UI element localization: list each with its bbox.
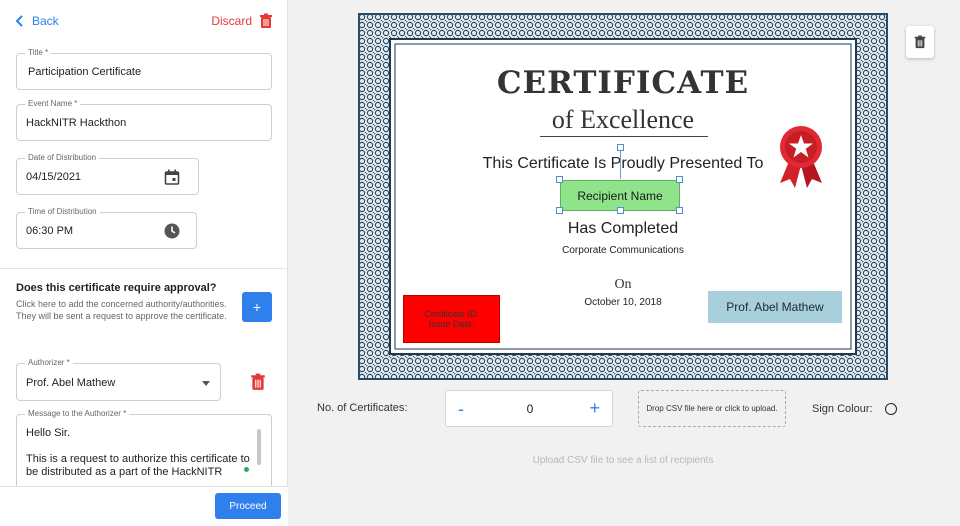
resize-handle-tl[interactable] xyxy=(556,176,563,183)
section-divider xyxy=(0,268,288,269)
resize-handle-bl[interactable] xyxy=(556,207,563,214)
resize-handle-br[interactable] xyxy=(676,207,683,214)
message-text: Hello Sir. This is a request to authoriz… xyxy=(26,427,250,478)
back-label: Back xyxy=(32,14,59,28)
chevron-left-icon xyxy=(15,15,23,27)
trash-icon xyxy=(914,35,926,49)
certificate-id-field[interactable]: Certificate ID: Issue Date: xyxy=(403,295,500,343)
sign-colour-picker[interactable] xyxy=(885,403,897,415)
event-name-label: Event Name * xyxy=(25,99,81,108)
status-dot xyxy=(244,467,249,472)
discard-button[interactable]: Discard xyxy=(211,13,274,29)
message-scrollbar[interactable] xyxy=(257,429,261,465)
certificate-id-label: Certificate ID: xyxy=(424,309,479,319)
certificate-editor: Back Discard Title * Participation Certi… xyxy=(0,0,960,526)
sign-colour-label: Sign Colour: xyxy=(812,403,873,415)
csv-dropzone[interactable]: Drop CSV file here or click to upload. xyxy=(638,390,786,427)
title-field-value: Participation Certificate xyxy=(28,66,142,78)
event-name-field[interactable]: Event Name * HackNITR Hackthon xyxy=(16,99,272,141)
form-panel: Back Discard Title * Participation Certi… xyxy=(0,0,288,526)
authorizer-select[interactable]: Authorizer * Prof. Abel Mathew xyxy=(16,358,221,401)
certificate-count-label: No. of Certificates: xyxy=(317,402,408,414)
message-label: Message to the Authorizer * xyxy=(25,409,130,418)
date-field-label: Date of Distribution xyxy=(25,153,100,162)
certificate-title: CERTIFICATE xyxy=(496,65,750,101)
certificate-count-stepper: - 0 + xyxy=(445,390,613,427)
title-field[interactable]: Title * Participation Certificate xyxy=(16,48,272,90)
award-ribbon-icon xyxy=(780,126,822,188)
resize-handle-bm[interactable] xyxy=(617,207,624,214)
proceed-button[interactable]: Proceed xyxy=(215,493,281,519)
message-textarea[interactable]: Message to the Authorizer * Hello Sir. T… xyxy=(16,409,272,494)
time-field[interactable]: Time of Distribution 06:30 PM xyxy=(16,207,197,249)
subtitle-underline xyxy=(540,136,708,137)
approval-description: Click here to add the concerned authorit… xyxy=(16,299,227,321)
issue-date-label: Issue Date: xyxy=(428,319,475,329)
date-field[interactable]: Date of Distribution 04/15/2021 xyxy=(16,153,199,195)
remove-authorizer-trash-icon[interactable] xyxy=(249,373,267,391)
discard-label: Discard xyxy=(211,14,252,28)
time-field-label: Time of Distribution xyxy=(25,207,100,216)
form-topbar: Back Discard xyxy=(0,0,288,44)
calendar-icon[interactable] xyxy=(164,169,180,185)
has-completed-text: Has Completed xyxy=(567,220,679,237)
add-authorizer-button[interactable]: + xyxy=(242,292,272,322)
chevron-down-icon[interactable] xyxy=(202,381,210,386)
course-name: Corporate Communications xyxy=(562,245,684,256)
authorizer-value: Prof. Abel Mathew xyxy=(26,377,116,389)
event-name-value: HackNITR Hackthon xyxy=(26,117,127,129)
time-field-value: 06:30 PM xyxy=(26,225,74,237)
signature-field[interactable]: Prof. Abel Mathew xyxy=(708,291,842,323)
increment-button[interactable]: + xyxy=(589,398,600,419)
back-button[interactable]: Back xyxy=(14,14,59,28)
rotate-handle[interactable] xyxy=(617,144,624,151)
trash-icon xyxy=(260,13,272,28)
resize-handle-tr[interactable] xyxy=(676,176,683,183)
authorizer-label: Authorizer * xyxy=(25,358,73,367)
clock-icon[interactable] xyxy=(164,223,180,239)
delete-template-button[interactable] xyxy=(906,26,934,58)
approval-question: Does this certificate require approval? xyxy=(16,282,217,294)
certificate-preview: CERTIFICATE of Excellence This Certifica… xyxy=(358,13,888,380)
rotation-handle-line xyxy=(620,147,621,179)
upload-hint: Upload CSV file to see a list of recipie… xyxy=(532,455,714,466)
title-field-label: Title * xyxy=(25,48,52,57)
date-field-value: 04/15/2021 xyxy=(26,171,82,183)
